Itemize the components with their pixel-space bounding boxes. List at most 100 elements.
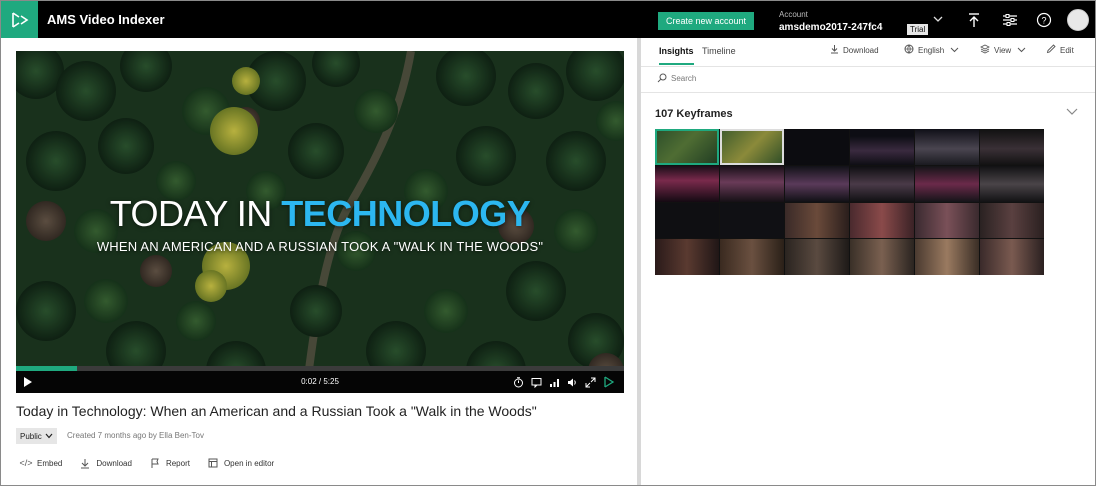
code-icon: </> [19, 458, 33, 468]
keyframe-thumbnail[interactable] [850, 239, 914, 275]
search-icon [657, 73, 667, 83]
overlay-title-part1: TODAY IN [109, 193, 282, 234]
tabs-divider [641, 66, 1095, 67]
video-indexer-logo-icon [11, 11, 28, 28]
privacy-dropdown[interactable]: Public [16, 428, 57, 444]
keyframe-thumbnail[interactable] [980, 202, 1044, 239]
top-bar: AMS Video Indexer Create new account Acc… [1, 1, 1095, 38]
edit-label: Edit [1060, 45, 1074, 55]
embed-label: Embed [37, 458, 63, 468]
svg-text:?: ? [1041, 16, 1046, 26]
chevron-down-icon [45, 433, 53, 439]
globe-icon [904, 44, 914, 56]
keyframe-thumbnail[interactable] [915, 202, 979, 239]
insights-pane: Insights Timeline Download English View [641, 38, 1095, 485]
account-name[interactable]: amsdemo2017-247fc4 [779, 22, 882, 33]
chevron-down-icon [1017, 47, 1026, 53]
chevron-down-icon [950, 47, 959, 53]
view-icon [980, 44, 990, 56]
keyframe-thumbnail[interactable] [785, 202, 849, 239]
view-dropdown[interactable]: View [980, 44, 1026, 56]
signal-quality-icon [549, 378, 559, 387]
keyframe-thumbnail[interactable] [655, 165, 719, 202]
app-logo[interactable] [1, 1, 38, 38]
quality-button[interactable] [547, 375, 561, 389]
keyframe-thumbnail[interactable] [850, 202, 914, 239]
language-dropdown[interactable]: English [904, 44, 959, 56]
open-editor-button[interactable]: Open in editor [207, 457, 274, 469]
keyframe-thumbnail[interactable] [785, 239, 849, 275]
timer-icon [513, 376, 523, 387]
keyframe-thumbnail[interactable] [915, 165, 979, 202]
keyframe-thumbnail[interactable] [720, 129, 784, 165]
overlay-title-highlight: TECHNOLOGY [281, 193, 531, 234]
search-divider [641, 92, 1095, 93]
app-title: AMS Video Indexer [47, 12, 165, 27]
insights-download-button[interactable]: Download [830, 44, 879, 56]
video-player[interactable]: TODAY IN TECHNOLOGY WHEN AN AMERICAN AND… [16, 51, 624, 393]
keyframe-thumbnail[interactable] [980, 129, 1044, 165]
keyframe-thumbnail[interactable] [720, 202, 784, 239]
player-controls: 0:02 / 5:25 [16, 371, 624, 393]
editor-icon [207, 457, 219, 469]
settings-sliders-icon [1003, 14, 1017, 26]
download-button[interactable]: Download [79, 457, 132, 469]
keyframe-thumbnail[interactable] [980, 165, 1044, 202]
user-avatar[interactable] [1067, 9, 1089, 31]
video-title: Today in Technology: When an American an… [16, 403, 537, 419]
keyframe-thumbnail[interactable] [655, 239, 719, 275]
keyframe-thumbnail[interactable] [850, 165, 914, 202]
fullscreen-button[interactable] [583, 375, 597, 389]
tab-timeline[interactable]: Timeline [702, 46, 736, 63]
search-input[interactable] [671, 73, 871, 83]
keyframe-thumbnail[interactable] [785, 165, 849, 202]
chevron-down-icon[interactable] [1065, 106, 1079, 118]
account-chevron-down-icon[interactable] [931, 13, 945, 25]
fullscreen-icon [585, 377, 595, 387]
embed-button[interactable]: </> Embed [19, 457, 63, 469]
captions-button[interactable] [529, 375, 543, 389]
keyframe-thumbnail[interactable] [785, 129, 849, 165]
language-label: English [918, 45, 945, 55]
volume-button[interactable] [565, 375, 579, 389]
playback-speed-button[interactable] [511, 375, 525, 389]
insights-download-label: Download [843, 45, 879, 55]
keyframe-thumbnail[interactable] [655, 129, 719, 165]
upload-button[interactable] [965, 11, 983, 29]
indexer-play-button[interactable] [602, 375, 616, 389]
volume-icon [567, 378, 576, 386]
upload-icon [969, 13, 979, 27]
pencil-icon [1046, 44, 1056, 56]
open-editor-label: Open in editor [223, 458, 275, 468]
keyframe-thumbnail[interactable] [655, 202, 719, 239]
video-title-overlay: TODAY IN TECHNOLOGY WHEN AN AMERICAN AND… [16, 193, 624, 254]
insights-search [657, 73, 871, 83]
keyframe-thumbnail[interactable] [980, 239, 1044, 275]
download-icon [79, 457, 91, 469]
player-pane: TODAY IN TECHNOLOGY WHEN AN AMERICAN AND… [1, 38, 637, 485]
view-label: View [994, 45, 1012, 55]
help-button[interactable]: ? [1035, 11, 1053, 29]
download-label: Download [96, 458, 132, 468]
account-label: Account [779, 10, 808, 19]
keyframes-grid [655, 129, 1044, 275]
overlay-title: TODAY IN TECHNOLOGY [16, 193, 624, 235]
report-button[interactable]: Report [149, 457, 190, 469]
keyframe-thumbnail[interactable] [915, 239, 979, 275]
overlay-subtitle: WHEN AN AMERICAN AND A RUSSIAN TOOK A "W… [96, 239, 544, 254]
keyframes-title: 107 Keyframes [655, 108, 733, 120]
settings-button[interactable] [1001, 11, 1019, 29]
tab-insights[interactable]: Insights [659, 46, 694, 65]
edit-button[interactable]: Edit [1046, 44, 1074, 56]
keyframe-thumbnail[interactable] [720, 165, 784, 202]
privacy-label: Public [20, 431, 42, 441]
video-actions: </> Embed Download Report Open in editor [20, 456, 291, 470]
report-label: Report [165, 458, 190, 468]
app-window: AMS Video Indexer Create new account Acc… [0, 0, 1096, 486]
keyframe-thumbnail[interactable] [720, 239, 784, 275]
keyframe-thumbnail[interactable] [850, 129, 914, 165]
keyframe-thumbnail[interactable] [915, 129, 979, 165]
help-icon: ? [1036, 12, 1052, 28]
create-account-button[interactable]: Create new account [658, 12, 754, 30]
flag-icon [149, 457, 161, 469]
